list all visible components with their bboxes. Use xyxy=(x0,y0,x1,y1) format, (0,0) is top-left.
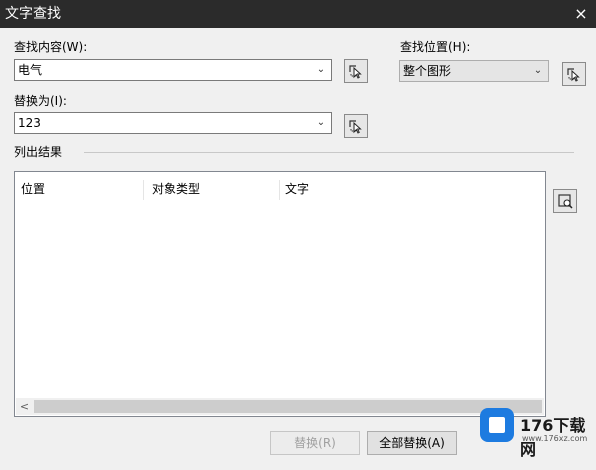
title-bar: 文字查找 × xyxy=(0,0,596,28)
results-list[interactable]: 位置 对象类型 文字 < xyxy=(14,171,546,417)
column-header-text[interactable]: 文字 xyxy=(285,181,309,197)
column-separator xyxy=(279,180,280,200)
watermark: 176下载网 www.176xz.com xyxy=(470,406,596,459)
find-where-label: 查找位置(H): xyxy=(400,40,471,54)
results-group-label: 列出结果 xyxy=(14,145,63,159)
find-what-label: 查找内容(W): xyxy=(14,40,88,54)
chevron-down-icon[interactable]: ⌄ xyxy=(532,64,544,78)
zoom-to-icon xyxy=(558,194,573,209)
pick-select-icon xyxy=(349,120,362,134)
pick-select-icon xyxy=(567,68,580,82)
find-what-pick-button[interactable] xyxy=(344,59,368,83)
zoom-to-button[interactable] xyxy=(553,189,577,213)
replace-all-button[interactable]: 全部替换(A) xyxy=(367,431,457,455)
column-header-object-type[interactable]: 对象类型 xyxy=(152,181,200,197)
find-what-combo[interactable]: 电气 ⌄ xyxy=(14,59,332,81)
window-title: 文字查找 xyxy=(5,6,61,22)
replace-button[interactable]: 替换(R) xyxy=(270,431,360,455)
find-what-value: 电气 xyxy=(18,63,43,77)
chevron-down-icon[interactable]: ⌄ xyxy=(315,116,327,130)
scroll-left-icon[interactable]: < xyxy=(16,398,33,415)
replace-with-pick-button[interactable] xyxy=(344,114,368,138)
chevron-down-icon[interactable]: ⌄ xyxy=(315,63,327,77)
close-icon[interactable]: × xyxy=(570,3,592,25)
find-where-value: 整个图形 xyxy=(403,64,452,78)
pick-select-icon xyxy=(349,65,362,79)
scrollbar-thumb[interactable] xyxy=(34,400,542,413)
watermark-logo xyxy=(480,408,514,442)
horizontal-scrollbar[interactable]: < xyxy=(16,398,544,415)
replace-with-combo[interactable]: 123 ⌄ xyxy=(14,112,332,134)
column-header-location[interactable]: 位置 xyxy=(21,181,45,197)
find-where-combo[interactable]: 整个图形 ⌄ xyxy=(399,60,549,82)
replace-with-value: 123 xyxy=(18,116,41,130)
replace-with-label: 替换为(I): xyxy=(14,94,67,108)
group-divider xyxy=(84,152,574,153)
watermark-url: www.176xz.com xyxy=(522,434,588,443)
column-separator xyxy=(143,180,144,200)
find-where-pick-button[interactable] xyxy=(562,62,586,86)
